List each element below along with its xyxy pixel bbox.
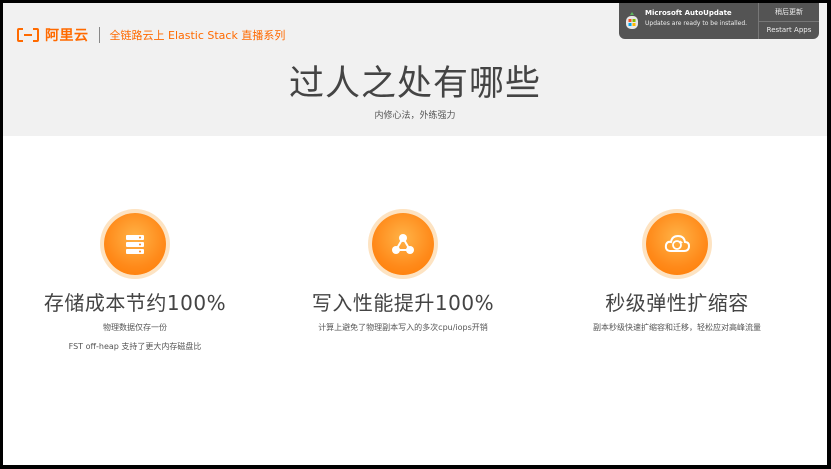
- feature-title: 存储成本节约100%: [43, 291, 227, 315]
- notification-text: Microsoft AutoUpdate Updates are ready t…: [645, 3, 758, 39]
- server-stack-icon: [104, 213, 166, 275]
- feature-description: 计算上避免了物理副本写入的多次cpu/iops开销: [318, 323, 488, 332]
- cloud-sync-icon: [646, 213, 708, 275]
- feature-title: 秒级弹性扩缩容: [605, 291, 749, 315]
- notification-actions: 稍后更新 Restart Apps: [758, 3, 819, 39]
- brand-name: 阿里云: [45, 28, 89, 44]
- brand: 阿里云 全链路云上 Elastic Stack 直播系列: [17, 25, 285, 45]
- brand-series: 全链路云上 Elastic Stack 直播系列: [109, 29, 286, 42]
- feature-description: 副本秒级快速扩缩容和迁移，轻松应对高峰流量: [593, 323, 761, 332]
- feature-write-performance: 写入性能提升100% 计算上避免了物理副本写入的多次cpu/iops开销: [273, 213, 533, 333]
- slide: 阿里云 全链路云上 Elastic Stack 直播系列 过人之处有哪些 内修心…: [3, 3, 827, 465]
- autoupdate-icon: [619, 3, 645, 39]
- autoupdate-notification[interactable]: Microsoft AutoUpdate Updates are ready t…: [619, 3, 819, 39]
- feature-description: 物理数据仅存一份: [103, 323, 167, 332]
- feature-description-secondary: FST off-heap 支持了更大内存磁盘比: [68, 342, 202, 351]
- share-nodes-icon: [372, 213, 434, 275]
- feature-title: 写入性能提升100%: [311, 291, 495, 315]
- page-subtitle: 内修心法，外练强力: [374, 111, 456, 121]
- notification-title: Microsoft AutoUpdate: [645, 9, 732, 17]
- feature-storage: 存储成本节约100% 物理数据仅存一份 FST off-heap 支持了更大内存…: [5, 213, 265, 352]
- page-title: 过人之处有哪些: [288, 64, 541, 104]
- update-later-button[interactable]: 稍后更新: [759, 3, 819, 21]
- restart-apps-button[interactable]: Restart Apps: [759, 20, 819, 40]
- notification-message: Updates are ready to be installed.: [645, 20, 748, 27]
- brand-divider: [98, 27, 100, 43]
- feature-elastic-scaling: 秒级弹性扩缩容 副本秒级快速扩缩容和迁移，轻松应对高峰流量: [547, 213, 807, 333]
- aliyun-logo-icon: [17, 28, 39, 42]
